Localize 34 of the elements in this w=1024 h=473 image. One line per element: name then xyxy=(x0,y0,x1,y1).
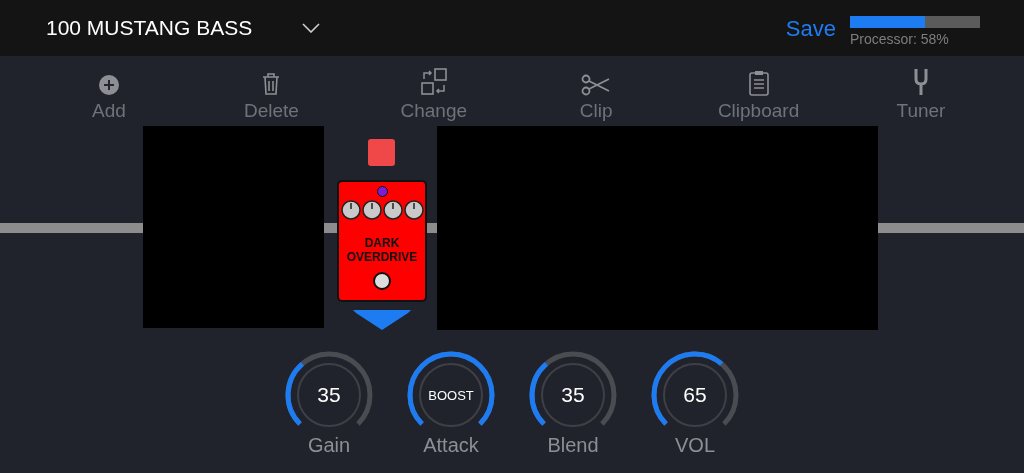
toolbar-button[interactable]: Change xyxy=(388,66,479,122)
pedal-knob-icon xyxy=(340,200,361,220)
knob-value: 65 xyxy=(683,383,707,407)
knob-label: Attack xyxy=(423,434,479,457)
knob-value: 35 xyxy=(561,383,585,407)
toolbar-button[interactable]: Tuner xyxy=(875,66,966,122)
knob-label: VOL xyxy=(675,434,715,457)
plus-circle-icon xyxy=(98,74,120,96)
knob-label: Gain xyxy=(307,434,351,457)
trash-icon xyxy=(261,72,282,96)
tuning-fork-icon xyxy=(912,68,929,96)
scissors-icon xyxy=(581,74,612,96)
save-button[interactable]: Save xyxy=(785,15,836,42)
clipboard-icon xyxy=(747,70,770,96)
swap-icon xyxy=(419,68,448,96)
processor-label: Processor: 58% xyxy=(850,30,950,47)
pedal-knob-icon xyxy=(403,200,424,220)
pedal[interactable]: DARK OVERDRIVE xyxy=(337,180,427,302)
led-icon xyxy=(376,186,388,197)
knob-value: BOOST xyxy=(428,387,474,403)
knob-value: 35 xyxy=(317,383,341,407)
pedal-knob-icon xyxy=(382,200,403,220)
pedal-knob-icon xyxy=(361,200,382,220)
toolbar-button[interactable]: Clip xyxy=(551,66,642,122)
toolbar-button[interactable]: Delete xyxy=(226,66,317,122)
triangle-down-icon[interactable] xyxy=(351,309,413,331)
bypass-toggle[interactable] xyxy=(368,139,395,166)
pedal-name: DARK OVERDRIVE xyxy=(346,236,418,264)
toolbar-button[interactable]: Add xyxy=(64,66,154,122)
footswitch-icon xyxy=(373,272,391,290)
chevron-down-icon[interactable] xyxy=(302,23,321,33)
toolbar-button[interactable]: Clipboard xyxy=(713,66,804,122)
knob-label: Blend xyxy=(547,434,599,457)
preset-name[interactable]: 100 MUSTANG BASS xyxy=(46,16,253,40)
